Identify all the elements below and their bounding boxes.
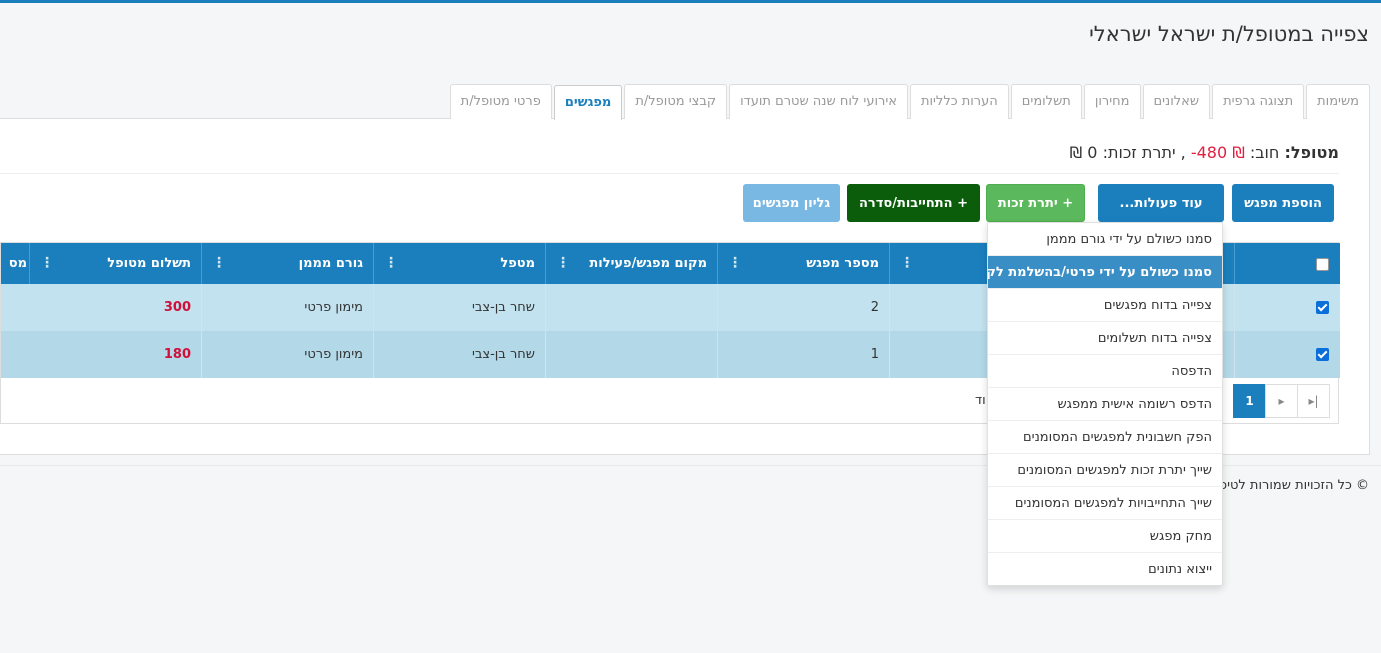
credit-value: 0 ₪ — [1069, 143, 1098, 162]
column-header-number[interactable]: מספר מפגש ⋮ — [718, 243, 890, 284]
column-header-place[interactable]: מקום מפגש/פעילות ⋮ — [546, 243, 718, 284]
column-menu-icon[interactable]: ⋮ — [728, 243, 742, 284]
menu-export-data[interactable]: ייצוא נתונים — [988, 553, 1222, 585]
balance-summary: מטופל: חוב: ₪ 480- , יתרת זכות: 0 ₪ — [1070, 143, 1339, 162]
tab-bar: פרטי מטופל/ת מפגשים קבצי מטופל/ת אירועי … — [448, 84, 1370, 120]
tab-patient-files[interactable]: קבצי מטופל/ת — [624, 84, 728, 119]
column-menu-icon[interactable]: ⋮ — [212, 243, 226, 284]
cell-place — [546, 284, 718, 331]
last-page-button[interactable]: ▸| — [1297, 384, 1330, 418]
tab-graph-view[interactable]: תצוגה גרפית — [1212, 84, 1305, 119]
column-menu-icon[interactable]: ⋮ — [900, 243, 914, 284]
tab-questionnaires[interactable]: שאלונים — [1142, 84, 1211, 119]
cell-therapist: שחר בן-צבי — [374, 284, 546, 331]
cell-payment: 180 — [30, 331, 202, 378]
menu-mark-paid-by-private[interactable]: סמנו כשולם על ידי פרטי/בהשלמת לקוח — [988, 256, 1222, 289]
cell-place — [546, 331, 718, 378]
pager-info-text: וד — [975, 393, 986, 408]
add-commitment-button[interactable]: + התחייבות/סדרה — [847, 184, 980, 222]
tab-sessions[interactable]: מפגשים — [553, 85, 623, 120]
cell-therapist: שחר בן-צבי — [374, 331, 546, 378]
menu-sessions-report[interactable]: צפייה בדוח מפגשים — [988, 289, 1222, 322]
cell-number: 2 — [718, 284, 890, 331]
select-all-checkbox[interactable] — [1316, 258, 1329, 271]
tab-undocumented-events[interactable]: אירועי לוח שנה שטרם תועדו — [729, 84, 908, 119]
tab-payments[interactable]: תשלומים — [1010, 84, 1082, 119]
column-menu-icon[interactable]: ⋮ — [384, 243, 398, 284]
menu-print-session-record[interactable]: הדפס רשומה אישית ממפגש — [988, 388, 1222, 421]
top-accent-bar — [0, 0, 1381, 3]
cell-number: 1 — [718, 331, 890, 378]
balance-separator: , — [1180, 143, 1186, 162]
pagination: 1 ▸ ▸| — [1233, 384, 1330, 418]
tab-patient-details[interactable]: פרטי מטופל/ת — [449, 84, 552, 119]
page-1-button[interactable]: 1 — [1233, 384, 1266, 418]
menu-mark-paid-by-funder[interactable]: סמנו כשולם על ידי גורם מממן — [988, 223, 1222, 256]
tab-general-notes[interactable]: הערות כלליות — [909, 84, 1009, 119]
debt-label: חוב: — [1249, 143, 1280, 162]
page-title: צפייה במטופל/ת ישראל ישראלי — [1089, 22, 1369, 46]
column-header-funder[interactable]: גורם מממן ⋮ — [202, 243, 374, 284]
menu-create-invoice[interactable]: הפק חשבונית למפגשים המסומנים — [988, 421, 1222, 454]
cell-funder: מימון פרטי — [202, 331, 374, 378]
row-checkbox[interactable] — [1316, 301, 1329, 314]
menu-payments-report[interactable]: צפייה בדוח תשלומים — [988, 322, 1222, 355]
balance-label: מטופל: — [1284, 143, 1339, 162]
menu-delete-session[interactable]: מחק מפגש — [988, 520, 1222, 553]
column-menu-icon[interactable]: ⋮ — [556, 243, 570, 284]
tab-tasks[interactable]: משימות — [1306, 84, 1370, 119]
more-actions-button[interactable]: עוד פעולות... — [1098, 184, 1224, 222]
menu-print[interactable]: הדפסה — [988, 355, 1222, 388]
footer-copyright: © כל הזכויות שמורות לטיפ — [1218, 478, 1369, 493]
column-header-payment[interactable]: תשלום מטופל ⋮ — [30, 243, 202, 284]
column-header-partial[interactable]: מס — [0, 243, 30, 284]
more-actions-dropdown: סמנו כשולם על ידי גורם מממן סמנו כשולם ע… — [987, 222, 1223, 586]
menu-assign-commitments[interactable]: שייך התחייבויות למפגשים המסומנים — [988, 487, 1222, 520]
cell-funder: מימון פרטי — [202, 284, 374, 331]
row-checkbox[interactable] — [1316, 348, 1329, 361]
debt-value: ₪ 480- — [1190, 143, 1245, 162]
column-header-therapist[interactable]: מטפל ⋮ — [374, 243, 546, 284]
credit-label: יתרת זכות: — [1102, 143, 1176, 162]
add-credit-button[interactable]: + יתרת זכות — [986, 184, 1085, 222]
sessions-sheet-button[interactable]: גליון מפגשים — [743, 184, 840, 222]
divider — [0, 173, 1339, 174]
menu-assign-credit[interactable]: שייך יתרת זכות למפגשים המסומנים — [988, 454, 1222, 487]
add-session-button[interactable]: הוספת מפגש — [1232, 184, 1334, 222]
cell-payment: 300 — [30, 284, 202, 331]
next-page-button[interactable]: ▸ — [1265, 384, 1298, 418]
tab-price-list[interactable]: מחירון — [1083, 84, 1141, 119]
column-menu-icon[interactable]: ⋮ — [40, 243, 54, 284]
